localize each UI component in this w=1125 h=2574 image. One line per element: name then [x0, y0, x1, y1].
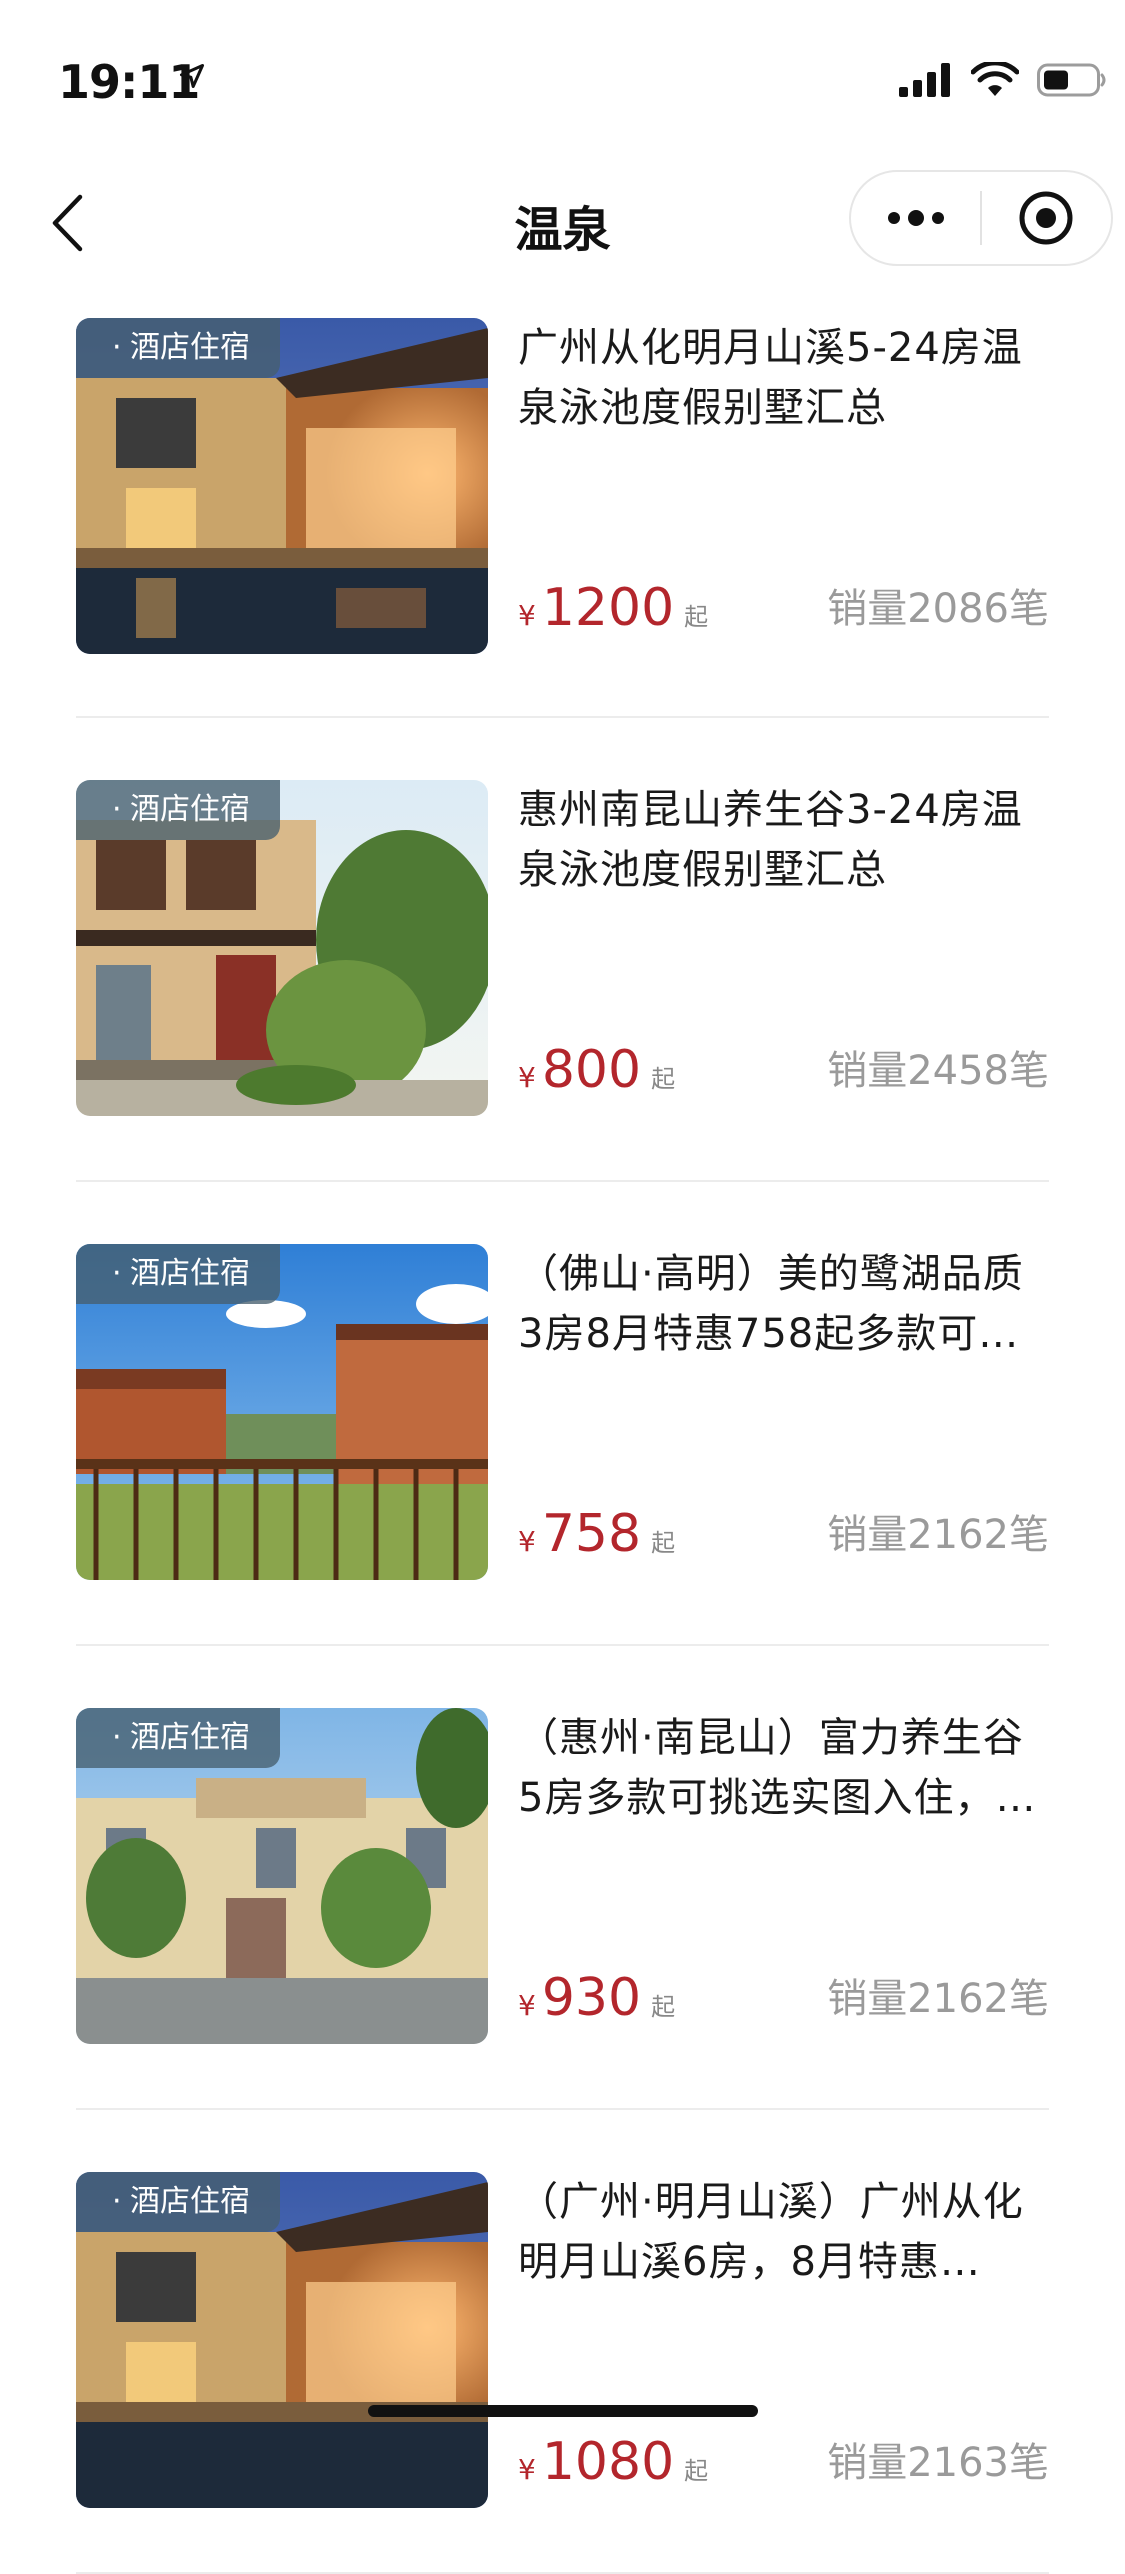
item-info: 广州从化明月山溪5-24房温泉泳池度假别墅汇总 ¥ 1200 起 销量2086笔	[518, 318, 1049, 638]
product-image: 酒店住宿	[76, 2172, 488, 2508]
list-item[interactable]: 酒店住宿 （佛山·高明）美的鹭湖品质3房8月特惠758起多款可… ¥ 758 起…	[76, 1182, 1049, 1646]
sales-count: 销量2458笔	[827, 1048, 1049, 1094]
item-title: 惠州南昆山养生谷3-24房温泉泳池度假别墅汇总	[518, 787, 1023, 893]
sales-count: 销量2086笔	[827, 586, 1049, 632]
item-info: （惠州·南昆山）富力养生谷5房多款可挑选实图入住，… ¥ 930 起 销量216…	[518, 1708, 1049, 2028]
more-button[interactable]	[851, 172, 980, 264]
item-title: （佛山·高明）美的鹭湖品质3房8月特惠758起多款可…	[518, 1251, 1024, 1357]
price-suffix: 起	[684, 2457, 709, 2485]
sales-count: 销量2162笔	[827, 1512, 1049, 1558]
product-list: 酒店住宿 广州从化明月山溪5-24房温泉泳池度假别墅汇总 ¥ 1200 起 销量…	[0, 318, 1125, 2574]
item-price: ¥ 800 起	[518, 1040, 675, 1100]
product-image: 酒店住宿	[76, 1244, 488, 1580]
item-info: （广州·明月山溪）广州从化明月山溪6房，8月特惠108… ¥ 1080 起 销量…	[518, 2172, 1049, 2492]
price-row: ¥ 1200 起 销量2086笔	[518, 568, 1049, 638]
currency-symbol: ¥	[518, 599, 536, 632]
home-indicator[interactable]	[368, 2405, 758, 2417]
category-tag: 酒店住宿	[76, 2172, 280, 2232]
currency-symbol: ¥	[518, 2453, 536, 2486]
price-value: 758	[541, 1504, 642, 1564]
list-item[interactable]: 酒店住宿 惠州南昆山养生谷3-24房温泉泳池度假别墅汇总 ¥ 800 起 销量2…	[76, 718, 1049, 1182]
product-image: 酒店住宿	[76, 780, 488, 1116]
price-suffix: 起	[651, 1993, 676, 2021]
list-item[interactable]: 酒店住宿 （惠州·南昆山）富力养生谷5房多款可挑选实图入住，… ¥ 930 起 …	[76, 1646, 1049, 2110]
status-bar: 19:11	[0, 0, 1125, 160]
more-dots-icon	[887, 210, 944, 226]
item-info: 惠州南昆山养生谷3-24房温泉泳池度假别墅汇总 ¥ 800 起 销量2458笔	[518, 780, 1049, 1100]
category-tag: 酒店住宿	[76, 780, 280, 840]
price-row: ¥ 758 起 销量2162笔	[518, 1494, 1049, 1564]
price-value: 1200	[541, 578, 675, 638]
product-image: 酒店住宿	[76, 318, 488, 654]
price-suffix: 起	[651, 1529, 676, 1557]
item-title: 广州从化明月山溪5-24房温泉泳池度假别墅汇总	[518, 325, 1023, 431]
item-title: （惠州·南昆山）富力养生谷5房多款可挑选实图入住，…	[518, 1715, 1037, 1821]
item-info: （佛山·高明）美的鹭湖品质3房8月特惠758起多款可… ¥ 758 起 销量21…	[518, 1244, 1049, 1564]
cellular-signal-icon	[899, 63, 950, 97]
wifi-icon	[971, 62, 1019, 96]
category-tag: 酒店住宿	[76, 1708, 280, 1768]
battery-icon	[1037, 63, 1106, 97]
price-row: ¥ 930 起 销量2162笔	[518, 1958, 1049, 2028]
list-item[interactable]: 酒店住宿 广州从化明月山溪5-24房温泉泳池度假别墅汇总 ¥ 1200 起 销量…	[76, 318, 1049, 718]
target-close-icon	[1019, 191, 1073, 245]
currency-symbol: ¥	[518, 1989, 536, 2022]
sales-count: 销量2163笔	[827, 2440, 1049, 2486]
location-arrow-icon	[179, 63, 205, 89]
price-suffix: 起	[684, 603, 709, 631]
category-tag: 酒店住宿	[76, 1244, 280, 1304]
item-title: （广州·明月山溪）广州从化明月山溪6房，8月特惠108…	[518, 2179, 1024, 2285]
price-row: ¥ 1080 起 销量2163笔	[518, 2422, 1049, 2492]
item-price: ¥ 1200 起	[518, 578, 708, 638]
price-row: ¥ 800 起 销量2458笔	[518, 1030, 1049, 1100]
status-indicators	[899, 60, 1107, 100]
item-price: ¥ 930 起	[518, 1968, 675, 2028]
close-miniprogram-button[interactable]	[982, 172, 1111, 264]
product-image: 酒店住宿	[76, 1708, 488, 2044]
list-item[interactable]: 酒店住宿 （广州·明月山溪）广州从化明月山溪6房，8月特惠108… ¥ 1080…	[76, 2110, 1049, 2574]
price-value: 1080	[541, 2432, 675, 2492]
item-price: ¥ 1080 起	[518, 2432, 708, 2492]
price-suffix: 起	[651, 1065, 676, 1093]
price-value: 930	[541, 1968, 642, 2028]
nav-bar: 温泉	[0, 160, 1125, 290]
currency-symbol: ¥	[518, 1061, 536, 1094]
price-value: 800	[541, 1040, 642, 1100]
category-tag: 酒店住宿	[76, 318, 280, 378]
item-price: ¥ 758 起	[518, 1504, 675, 1564]
miniprogram-capsule	[849, 170, 1113, 266]
sales-count: 销量2162笔	[827, 1976, 1049, 2022]
currency-symbol: ¥	[518, 1525, 536, 1558]
